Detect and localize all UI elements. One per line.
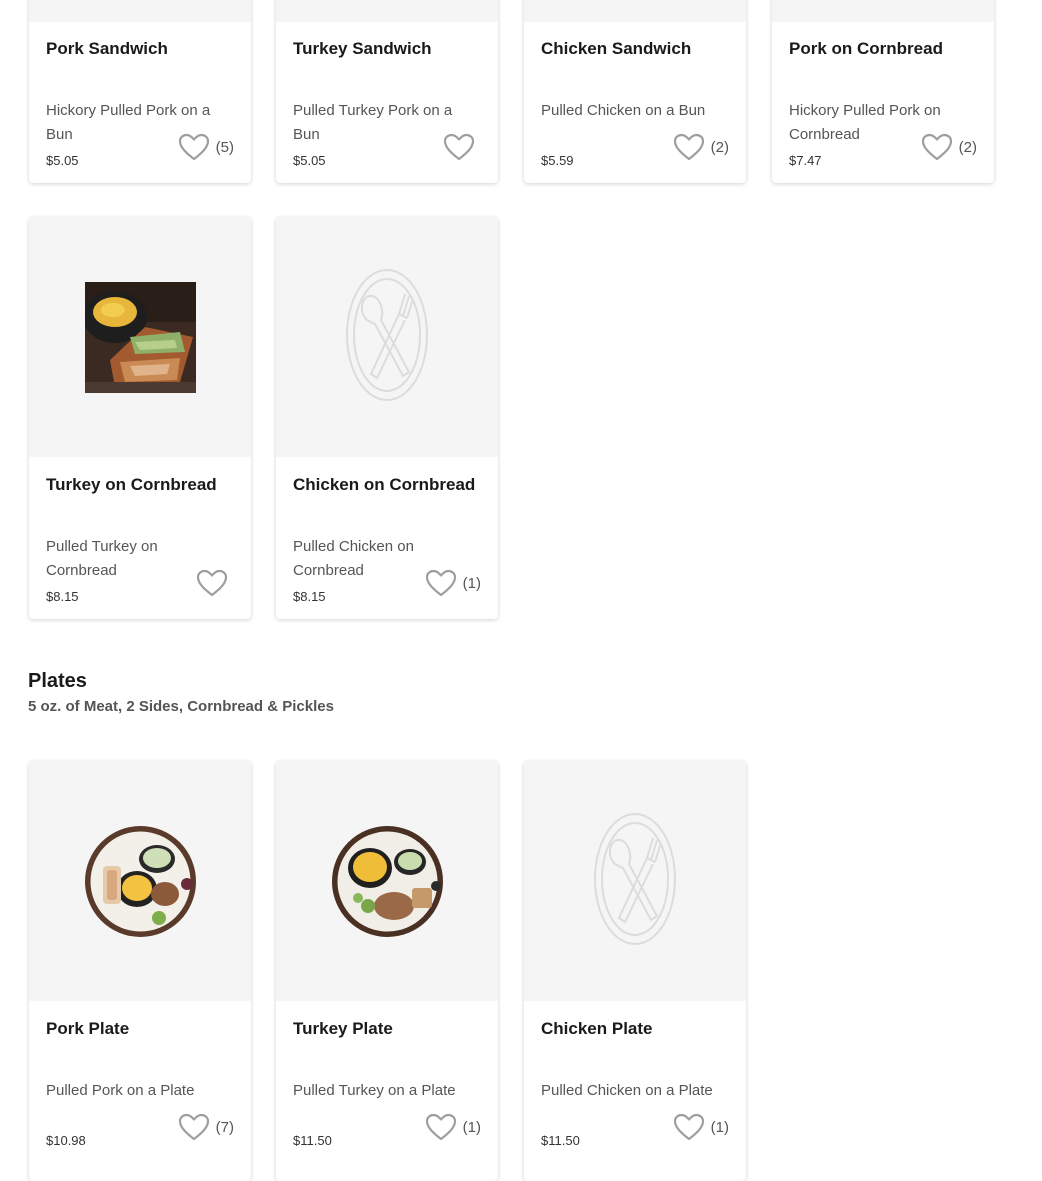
item-name: Turkey Sandwich [293,39,432,58]
item-price: $5.05 [46,153,79,168]
section-subtitle: 5 oz. of Meat, 2 Sides, Cornbread & Pick… [28,698,334,715]
favorite-count: (1) [462,1118,481,1136]
favorite-count: (7) [215,1118,234,1136]
item-name: Pork on Cornbread [789,39,943,58]
heart-outline-icon[interactable] [673,133,705,161]
item-image-area [29,0,251,22]
plate-fork-knife-icon [593,812,677,951]
item-name: Turkey Plate [293,1019,393,1038]
menu-item-card[interactable]: Chicken Plate Pulled Chicken on a Plate … [524,761,746,1181]
menu-item-card[interactable]: Turkey Sandwich Pulled Turkey Pork on a … [276,0,498,183]
favorite-count: (2) [958,138,977,156]
item-image-area [276,217,498,457]
item-image-area [524,761,746,1001]
item-price: $10.98 [46,1133,86,1148]
item-image-area [772,0,994,22]
item-price: $8.15 [293,589,326,604]
favorite-count: (5) [215,138,234,156]
item-description: Pulled Chicken on a Plate [541,1082,713,1099]
item-description: Pulled Turkey on a Plate [293,1082,456,1099]
item-name: Chicken Plate [541,1019,653,1038]
item-name: Pork Sandwich [46,39,168,58]
item-price: $5.05 [293,153,326,168]
item-name: Turkey on Cornbread [46,475,217,494]
menu-item-card[interactable]: Chicken Sandwich Pulled Chicken on a Bun… [524,0,746,183]
item-image-area [524,0,746,22]
item-price: $11.50 [293,1133,332,1148]
heart-outline-icon[interactable] [921,133,953,161]
heart-outline-icon[interactable] [178,1113,210,1141]
item-price: $8.15 [46,589,79,604]
turkey-plate-photo [331,825,443,937]
item-name: Pork Plate [46,1019,130,1038]
menu-item-card[interactable]: Turkey Plate Pulled Turkey on a Plate $1… [276,761,498,1181]
heart-outline-icon[interactable] [178,133,210,161]
menu-item-card[interactable]: Pork on Cornbread Hickory Pulled Pork on… [772,0,994,183]
heart-outline-icon[interactable] [196,569,228,597]
heart-outline-icon[interactable] [425,569,457,597]
item-image-area [29,761,251,1001]
item-price: $7.47 [789,153,822,168]
favorite-count: (2) [710,138,729,156]
item-price: $11.50 [541,1133,580,1148]
turkey-cornbread-photo [84,281,196,393]
item-description: Pulled Pork on a Plate [46,1082,195,1099]
menu-item-card[interactable]: Pork Sandwich Hickory Pulled Pork on a B… [29,0,251,183]
item-name: Chicken on Cornbread [293,475,476,494]
favorite-count: (1) [462,574,481,592]
favorite-count: (1) [710,1118,729,1136]
menu-item-card[interactable]: Pork Plate Pulled Pork on a Plate $10.98… [29,761,251,1181]
section-title: Plates [28,670,87,692]
item-image-area [276,0,498,22]
pork-plate-photo [84,825,196,937]
item-description: Pulled Chicken on a Bun [541,102,706,119]
item-price: $5.59 [541,153,574,168]
heart-outline-icon[interactable] [673,1113,705,1141]
menu-item-card[interactable]: Turkey on Cornbread Pulled Turkey on Cor… [29,217,251,619]
heart-outline-icon[interactable] [443,133,475,161]
item-name: Chicken Sandwich [541,39,692,58]
item-image-area [276,761,498,1001]
item-image-area [29,217,251,457]
plate-fork-knife-icon [345,268,429,407]
menu-item-card[interactable]: Chicken on Cornbread Pulled Chicken on C… [276,217,498,619]
heart-outline-icon[interactable] [425,1113,457,1141]
